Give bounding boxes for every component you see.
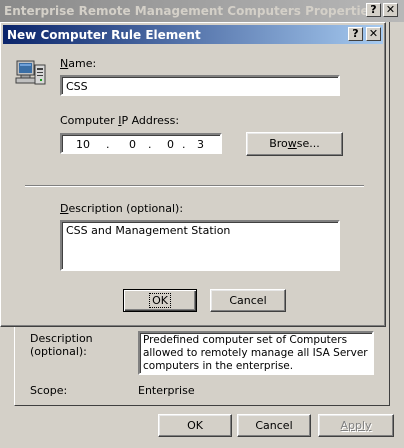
browse-button[interactable]: Browse... — [246, 132, 343, 156]
back-help-button[interactable]: ? — [366, 3, 381, 17]
cancel-button[interactable]: Cancel — [210, 289, 286, 312]
back-description-label: Description (optional): — [30, 332, 93, 358]
ok-button[interactable]: OK — [123, 289, 197, 312]
separator — [25, 185, 364, 187]
ip-dot-1: . — [106, 138, 110, 151]
description-textarea[interactable]: CSS and Management Station — [60, 220, 340, 271]
dialog-titlebar[interactable]: New Computer Rule Element — [3, 25, 383, 44]
dialog-help-button[interactable]: ? — [348, 27, 363, 41]
back-description-field[interactable]: Predefined computer set of Computers all… — [138, 331, 374, 375]
new-computer-dialog: New Computer Rule Element ? ✕ Name: CSS … — [0, 22, 386, 327]
ip-dot-2: . — [148, 138, 152, 151]
ip-octet-4[interactable]: 3 — [197, 138, 204, 151]
back-ok-button[interactable]: OK — [158, 414, 232, 437]
description-label: Description (optional): — [60, 202, 184, 215]
name-input[interactable]: CSS — [60, 75, 340, 96]
ip-octet-2[interactable]: 0 — [129, 138, 136, 151]
computer-icon — [15, 60, 46, 85]
back-scope-value: Enterprise — [138, 384, 195, 397]
dialog-title: New Computer Rule Element — [7, 27, 201, 42]
back-window-title: Enterprise Remote Management Computers P… — [4, 4, 376, 18]
ip-address-input[interactable]: 10 . 0 . 0 . 3 — [60, 133, 222, 154]
ip-octet-3[interactable]: 0 — [167, 138, 174, 151]
back-window-titlebar[interactable]: Enterprise Remote Management Computers P… — [0, 0, 404, 22]
back-cancel-button[interactable]: Cancel — [237, 414, 311, 437]
ip-address-label: Computer IP Address: — [60, 114, 180, 127]
dialog-close-button[interactable]: ✕ — [366, 27, 381, 41]
back-scope-label: Scope: — [30, 384, 68, 397]
ip-dot-3: . — [182, 138, 186, 151]
back-apply-button[interactable]: Apply — [318, 414, 394, 437]
name-label: Name: — [60, 57, 97, 70]
back-close-button[interactable]: ✕ — [383, 3, 398, 17]
ip-octet-1[interactable]: 10 — [76, 138, 90, 151]
